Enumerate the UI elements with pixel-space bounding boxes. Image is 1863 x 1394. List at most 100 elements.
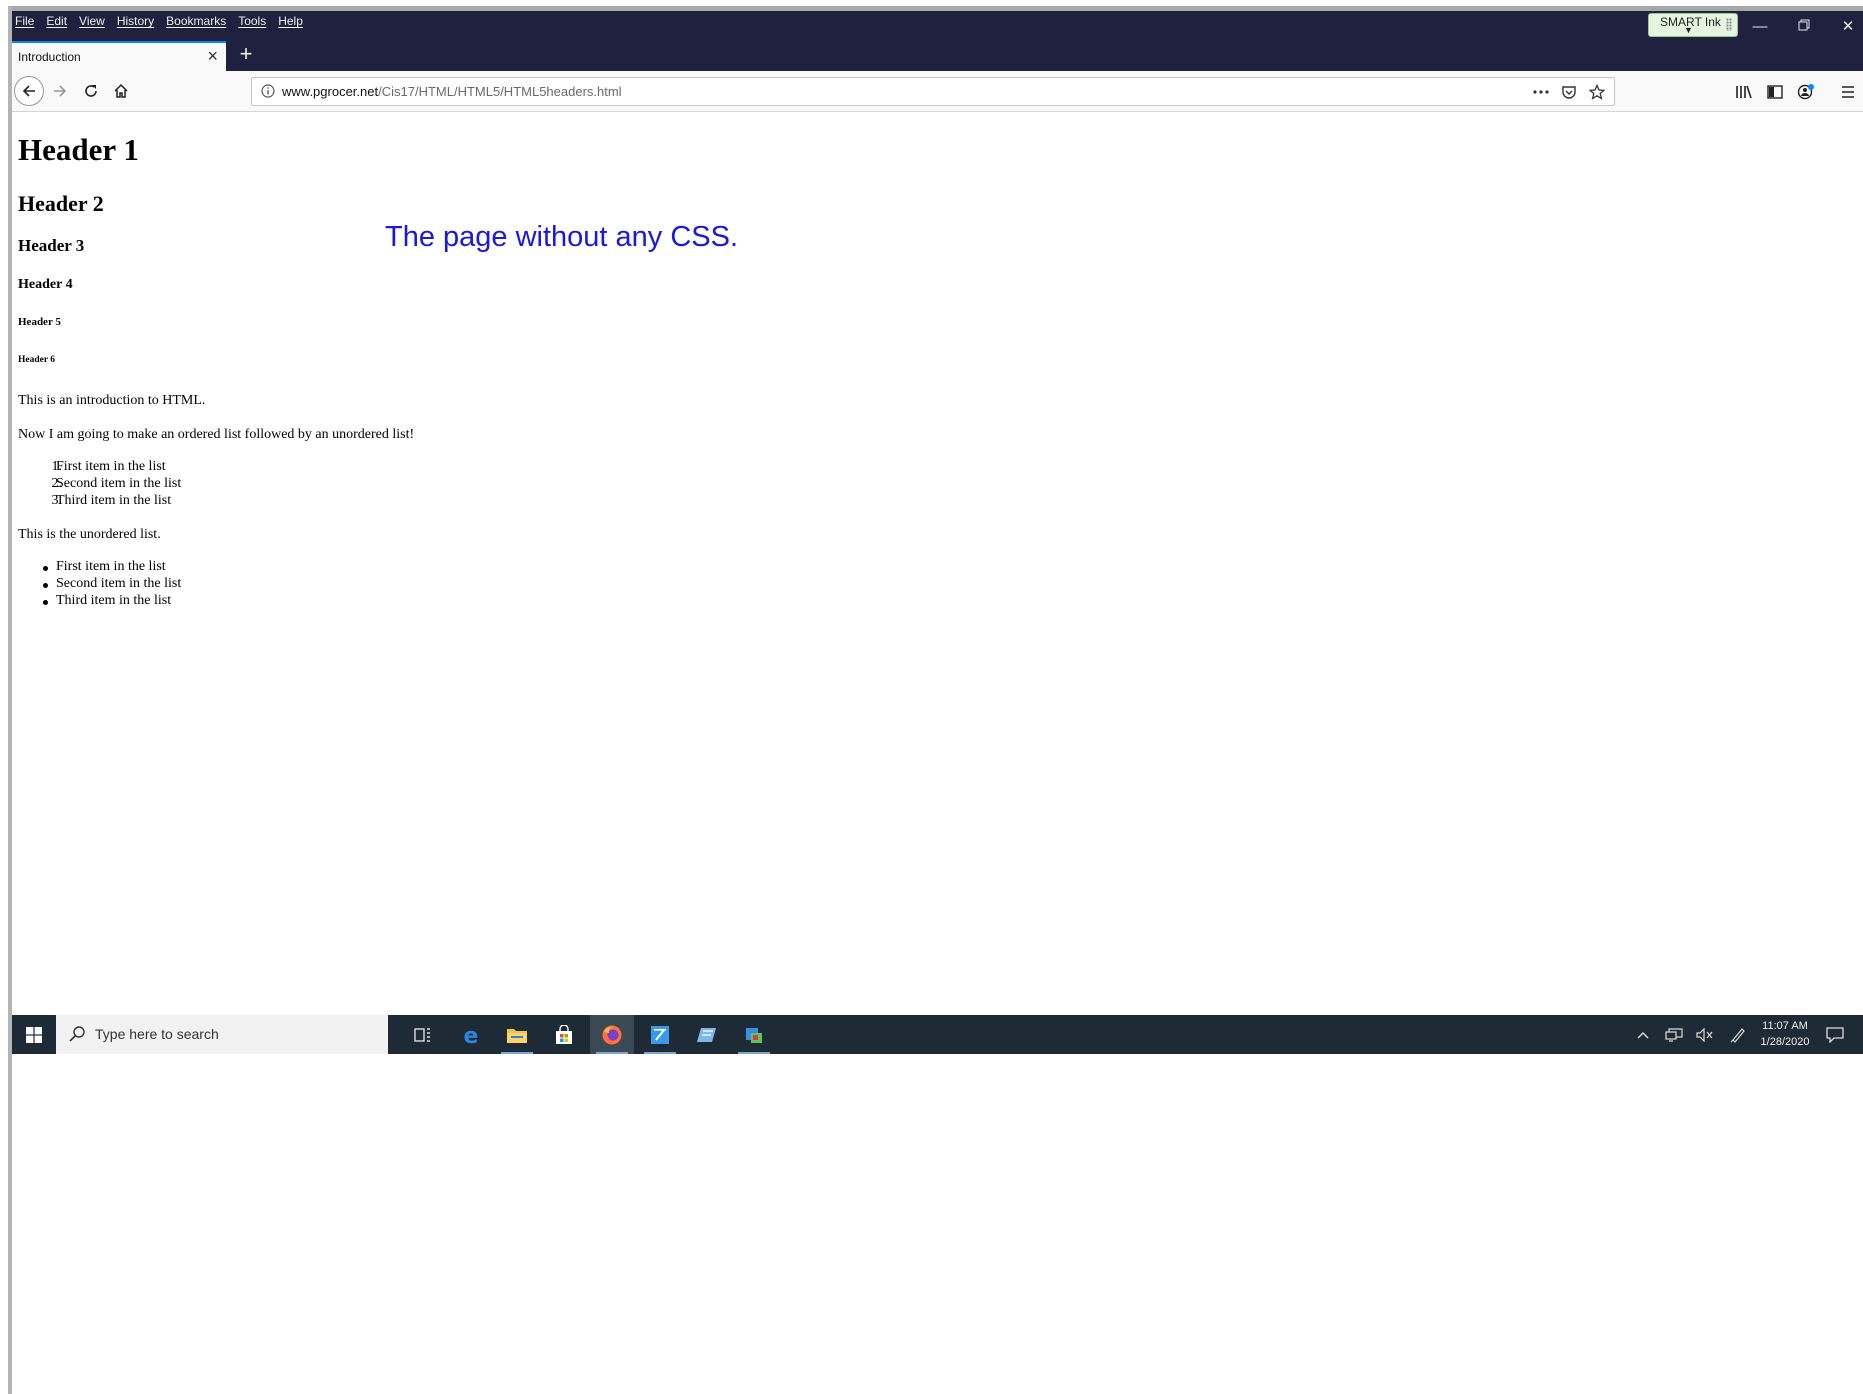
bullet xyxy=(43,600,48,605)
library-button[interactable] xyxy=(1733,81,1755,103)
task-view-button[interactable] xyxy=(401,1015,445,1054)
firefox-button[interactable] xyxy=(590,1015,634,1054)
svg-text:e: e xyxy=(464,1024,479,1046)
bullet xyxy=(43,583,48,588)
notepad-icon xyxy=(651,1025,669,1044)
page-actions xyxy=(1530,82,1608,102)
list-number: 1. xyxy=(51,459,63,474)
forward-button[interactable] xyxy=(45,76,75,106)
heading-6: Header 6 xyxy=(18,355,56,365)
clock-time: 11:07 AM xyxy=(1762,1020,1808,1032)
menu-tools[interactable]: Tools xyxy=(238,14,266,32)
url-text[interactable]: www.pgrocer.net/Cis17/HTML/HTML5/HTML5he… xyxy=(282,84,622,99)
network-icon xyxy=(1665,1027,1683,1042)
account-icon xyxy=(1797,84,1814,100)
pen-workspace-button[interactable] xyxy=(1724,1015,1752,1054)
search-placeholder: Type here to search xyxy=(95,1026,219,1042)
snipping-tool-button[interactable] xyxy=(732,1015,776,1054)
show-hidden-icons-button[interactable] xyxy=(1629,1015,1657,1054)
heading-2: Header 2 xyxy=(18,191,104,216)
annotation-text: The page without any CSS. xyxy=(385,221,739,253)
browser-titlebar: File Edit View History Bookmarks Tools H… xyxy=(12,11,1863,71)
empty-screen-area xyxy=(12,1054,1863,1394)
windows-logo-icon xyxy=(26,1026,42,1043)
chevron-down-icon: ▼ xyxy=(1684,25,1693,35)
sidebar-button[interactable] xyxy=(1764,81,1786,103)
firefox-icon xyxy=(602,1025,622,1044)
close-tab-icon[interactable]: × xyxy=(207,46,218,67)
task-view-icon xyxy=(414,1027,430,1042)
library-icon xyxy=(1736,85,1752,99)
notification-icon xyxy=(1826,1026,1844,1043)
list-number: 3. xyxy=(51,493,63,508)
snipping-tool-icon xyxy=(746,1027,762,1043)
more-actions-icon[interactable] xyxy=(1530,82,1552,102)
menu-file[interactable]: File xyxy=(15,14,34,32)
list-item-text: First item in the list xyxy=(56,459,166,474)
home-button[interactable] xyxy=(106,76,136,106)
url-path: /Cis17/HTML/HTML5/HTML5headers.html xyxy=(378,84,622,99)
system-clock[interactable]: 11:07 AM 1/28/2020 xyxy=(1753,1018,1817,1050)
page-content: Header 1 Header 2 Header 3 Header 4 Head… xyxy=(12,112,1863,1015)
menu-view[interactable]: View xyxy=(79,14,105,32)
menu-bar: File Edit View History Bookmarks Tools H… xyxy=(15,14,303,32)
drag-grip-icon[interactable] xyxy=(1726,18,1732,31)
search-icon xyxy=(68,1025,86,1048)
start-button[interactable] xyxy=(12,1015,56,1054)
unordered-intro-paragraph: This is the unordered list. xyxy=(18,527,161,542)
minimize-button[interactable]: — xyxy=(1739,17,1781,37)
action-center-button[interactable] xyxy=(1820,1015,1850,1054)
heading-5: Header 5 xyxy=(18,316,61,328)
smart-ink-toolbar[interactable]: SMART Ink ▼ xyxy=(1648,13,1738,37)
back-button[interactable] xyxy=(14,76,44,106)
reload-button[interactable] xyxy=(76,76,106,106)
volume-muted-icon xyxy=(1696,1027,1713,1042)
info-icon[interactable] xyxy=(260,83,276,104)
intro-paragraph: This is an introduction to HTML. xyxy=(18,393,206,408)
sidebar-icon xyxy=(1767,85,1783,99)
account-button[interactable] xyxy=(1795,81,1817,103)
notebook-icon xyxy=(697,1027,716,1042)
edge-icon: e xyxy=(464,1024,479,1046)
list-item-text: First item in the list xyxy=(56,559,166,574)
list-item-text: Third item in the list xyxy=(56,493,172,508)
navigation-toolbar: www.pgrocer.net/Cis17/HTML/HTML5/HTML5he… xyxy=(12,71,1863,112)
menu-edit[interactable]: Edit xyxy=(46,14,67,32)
network-button[interactable] xyxy=(1659,1015,1689,1054)
menu-bookmarks[interactable]: Bookmarks xyxy=(166,14,226,32)
hamburger-icon xyxy=(1842,86,1854,98)
list-item-text: Second item in the list xyxy=(56,576,182,591)
file-explorer-button[interactable] xyxy=(495,1015,539,1054)
menu-help[interactable]: Help xyxy=(278,14,303,32)
bullet xyxy=(43,566,48,571)
bookmark-star-icon[interactable] xyxy=(1586,82,1608,102)
store-button[interactable] xyxy=(542,1015,586,1054)
taskbar-search[interactable]: Type here to search xyxy=(56,1015,388,1054)
tab-introduction[interactable]: Introduction × xyxy=(12,41,226,71)
forward-arrow-icon xyxy=(54,85,67,97)
home-icon xyxy=(114,83,128,98)
notepad-button[interactable] xyxy=(638,1015,682,1054)
clock-date: 1/28/2020 xyxy=(1760,1036,1810,1048)
address-bar[interactable]: www.pgrocer.net/Cis17/HTML/HTML5/HTML5he… xyxy=(251,77,1615,106)
heading-4: Header 4 xyxy=(18,277,73,292)
list-item-text: Third item in the list xyxy=(56,593,172,608)
notebook-button[interactable] xyxy=(685,1015,729,1054)
pen-icon xyxy=(1730,1027,1745,1043)
menu-history[interactable]: History xyxy=(117,14,154,32)
restore-icon xyxy=(1798,19,1810,31)
menu-button[interactable] xyxy=(1837,81,1859,103)
folder-icon xyxy=(507,1028,527,1043)
chevron-up-icon xyxy=(1637,1031,1649,1038)
heading-3: Header 3 xyxy=(18,236,85,255)
list-number: 2. xyxy=(51,476,63,491)
pocket-icon[interactable] xyxy=(1558,82,1580,102)
volume-button[interactable] xyxy=(1690,1015,1720,1054)
reload-icon xyxy=(85,85,97,97)
new-tab-button[interactable]: + xyxy=(232,41,260,69)
edge-button[interactable]: e xyxy=(449,1015,493,1054)
tab-title: Introduction xyxy=(18,50,81,64)
close-window-button[interactable]: ✕ xyxy=(1827,17,1863,37)
back-arrow-icon xyxy=(22,85,35,97)
restore-button[interactable] xyxy=(1783,17,1825,37)
